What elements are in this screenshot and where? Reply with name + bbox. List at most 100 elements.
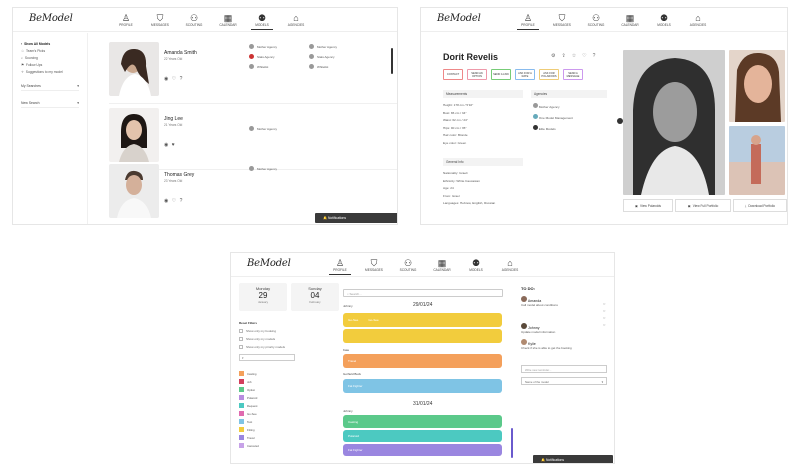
heart-icon[interactable]: ♥ bbox=[172, 142, 176, 148]
nav-scouting[interactable]: ⚇ SCOUTING bbox=[579, 12, 613, 27]
heart-icon[interactable]: ♡ bbox=[172, 76, 177, 82]
eye-icon[interactable]: ◉ bbox=[164, 76, 169, 82]
sidebar-item-suggestions[interactable]: ✧ Suggestions to my model bbox=[21, 70, 79, 74]
heart-icon[interactable]: ♡ bbox=[582, 53, 586, 59]
new-search-select[interactable]: New Search ▾ bbox=[21, 101, 79, 108]
sidebar-item-sourcing[interactable]: ⌕ Sourcing bbox=[21, 56, 79, 60]
agency-item[interactable]: One Model Management bbox=[533, 113, 573, 124]
agency-item[interactable]: Mother Agency bbox=[533, 102, 573, 113]
filter-my-booking[interactable]: Show only my booking bbox=[239, 329, 276, 333]
event-bar[interactable] bbox=[343, 329, 502, 343]
nav-messages[interactable]: ⛉ MESSAGES bbox=[357, 257, 391, 272]
checkbox[interactable] bbox=[239, 329, 243, 333]
nav-messages[interactable]: ⛉ MESSAGES bbox=[143, 12, 177, 27]
portfolio-photo[interactable] bbox=[729, 126, 785, 195]
tab-send-option[interactable]: SEND AN OPTION bbox=[467, 69, 487, 80]
portfolio-photo[interactable] bbox=[729, 50, 785, 122]
tab-ask-rate[interactable]: ASK FOR A RATE bbox=[515, 69, 535, 80]
model-name[interactable]: Thomas Grey bbox=[164, 172, 194, 178]
logo[interactable]: BeModel bbox=[437, 13, 481, 24]
prev-photo-button[interactable] bbox=[617, 118, 623, 124]
model-row[interactable]: Amanda Smith 22 Years Old ◉ ♡ ? Mother A… bbox=[109, 38, 397, 104]
event-bar[interactable]: Fat Fighter bbox=[343, 444, 502, 456]
my-searches-select[interactable]: My Searches ▾ bbox=[21, 84, 79, 91]
gear-icon[interactable]: ⚙ bbox=[551, 53, 555, 59]
nav-agencies[interactable]: ⌂ AGENCIES bbox=[279, 12, 313, 27]
nav-agencies[interactable]: ⌂ AGENCIES bbox=[681, 12, 715, 27]
scrollbar[interactable] bbox=[391, 48, 393, 74]
star-icon[interactable]: ☆ bbox=[572, 53, 576, 59]
start-date-card[interactable]: Monday 29 January bbox=[239, 283, 287, 311]
agency-item[interactable]: Elite Models bbox=[533, 124, 573, 135]
checkbox[interactable] bbox=[239, 337, 243, 341]
download-portfolio-button[interactable]: ⤓ Download Portfolio bbox=[733, 199, 787, 212]
share-icon[interactable]: ⇪ bbox=[561, 53, 565, 59]
end-date-card[interactable]: Sunday 04 February bbox=[291, 283, 339, 311]
notifications-bar[interactable]: 🔔 Notifications bbox=[315, 213, 397, 223]
checkbox-circle-icon[interactable]: ○ bbox=[603, 307, 605, 314]
help-icon[interactable]: ? bbox=[593, 53, 596, 59]
event-bar[interactable]: Travel bbox=[343, 354, 502, 368]
sidebar-item-all-models[interactable]: › Show All Models bbox=[21, 42, 79, 46]
reset-filters[interactable]: Reset Filters bbox=[239, 321, 257, 325]
tab-send-link[interactable]: SEND A LINK bbox=[491, 69, 511, 80]
todo-item[interactable]: Kylie Check if she is able to get the bo… bbox=[521, 339, 572, 350]
help-icon[interactable]: ? bbox=[180, 198, 184, 204]
logo[interactable]: BeModel bbox=[29, 13, 73, 24]
nav-models[interactable]: ⚉ MODELS bbox=[647, 12, 681, 27]
model-name[interactable]: Amanda Smith bbox=[164, 50, 197, 56]
help-icon[interactable]: ? bbox=[180, 76, 184, 82]
todo-item[interactable]: Amanda Call model about conditions bbox=[521, 296, 558, 307]
calendar-search-input[interactable]: ⌕ Search... bbox=[343, 289, 503, 297]
nav-messages[interactable]: ⛉ MESSAGES bbox=[545, 12, 579, 27]
filter-priority-models[interactable]: Show only my priority models bbox=[239, 345, 285, 349]
nav-models[interactable]: ⚉ MODELS bbox=[245, 12, 279, 30]
nav-calendar[interactable]: ▦ CALENDAR bbox=[425, 257, 459, 272]
agency-logo-icon bbox=[249, 166, 254, 171]
agency-logo-icon bbox=[533, 125, 538, 130]
nav-profile[interactable]: ♙ PROFILE bbox=[511, 12, 545, 30]
portfolio-photo-main[interactable] bbox=[623, 50, 725, 195]
nav-models[interactable]: ⚉ MODELS bbox=[459, 257, 493, 272]
nav-calendar[interactable]: ▦ CALENDAR bbox=[613, 12, 647, 27]
scrollbar[interactable] bbox=[511, 428, 513, 458]
checkbox-circle-icon[interactable]: ○ bbox=[603, 321, 605, 328]
agency-logo-icon bbox=[309, 44, 314, 49]
person-icon: ♙ bbox=[335, 258, 345, 268]
event-bar[interactable]: Casting bbox=[343, 415, 502, 428]
tab-contact[interactable]: CONTACT bbox=[443, 69, 463, 80]
model-select[interactable]: Name of the model ▾ bbox=[521, 377, 607, 385]
heart-icon[interactable]: ♡ bbox=[172, 198, 177, 204]
event-bar[interactable]: Fat Fighter bbox=[343, 379, 502, 393]
checkbox-circle-icon[interactable]: ○ bbox=[603, 314, 605, 321]
agency-col: Mother Agency bbox=[249, 166, 277, 176]
models-icon: ⚉ bbox=[659, 13, 669, 23]
filter-select[interactable]: ▾ bbox=[239, 354, 295, 361]
checkbox[interactable] bbox=[239, 345, 243, 349]
profile-tabs: CONTACT SEND AN OPTION SEND A LINK ASK F… bbox=[443, 69, 583, 80]
tab-ask-polaroids[interactable]: ASK FOR POLAROIDS bbox=[539, 69, 559, 80]
event-bar[interactable]: Go-See Go-See bbox=[343, 313, 502, 327]
model-name[interactable]: Jing Lee bbox=[164, 116, 183, 122]
filter-my-models[interactable]: Show only my models bbox=[239, 337, 275, 341]
view-polaroids-button[interactable]: ▣ View Polaroids bbox=[623, 199, 673, 212]
nav-profile[interactable]: ♙ PROFILE bbox=[323, 257, 357, 275]
notifications-bar[interactable]: 🔔 Notifications bbox=[533, 455, 613, 463]
event-bar[interactable]: Polaroid bbox=[343, 430, 502, 442]
sidebar-item-follow-ups[interactable]: ⚑ Follow Ups bbox=[21, 63, 79, 67]
eye-icon[interactable]: ◉ bbox=[164, 142, 169, 148]
reminder-input[interactable]: Write new reminder... bbox=[521, 365, 607, 373]
tab-send-message[interactable]: SEND A MESSAGE bbox=[563, 69, 583, 80]
logo[interactable]: BeModel bbox=[247, 258, 291, 269]
nav-scouting[interactable]: ⚇ SCOUTING bbox=[391, 257, 425, 272]
checkbox-circle-icon[interactable]: ○ bbox=[603, 300, 605, 307]
todo-item[interactable]: Johnny Update model information bbox=[521, 323, 555, 334]
nav-profile[interactable]: ♙ PROFILE bbox=[109, 12, 143, 27]
nav-agencies[interactable]: ⌂ AGENCIES bbox=[493, 257, 527, 272]
nav-scouting[interactable]: ⚇ SCOUTING bbox=[177, 12, 211, 27]
sidebar-item-teams-picks[interactable]: ☆ Team's Picks bbox=[21, 49, 79, 53]
view-portfolio-button[interactable]: ▣ View Full Portfolio bbox=[675, 199, 731, 212]
eye-icon[interactable]: ◉ bbox=[164, 198, 169, 204]
nav-calendar[interactable]: ▦ CALENDAR bbox=[211, 12, 245, 27]
agency-logo-icon bbox=[249, 44, 254, 49]
